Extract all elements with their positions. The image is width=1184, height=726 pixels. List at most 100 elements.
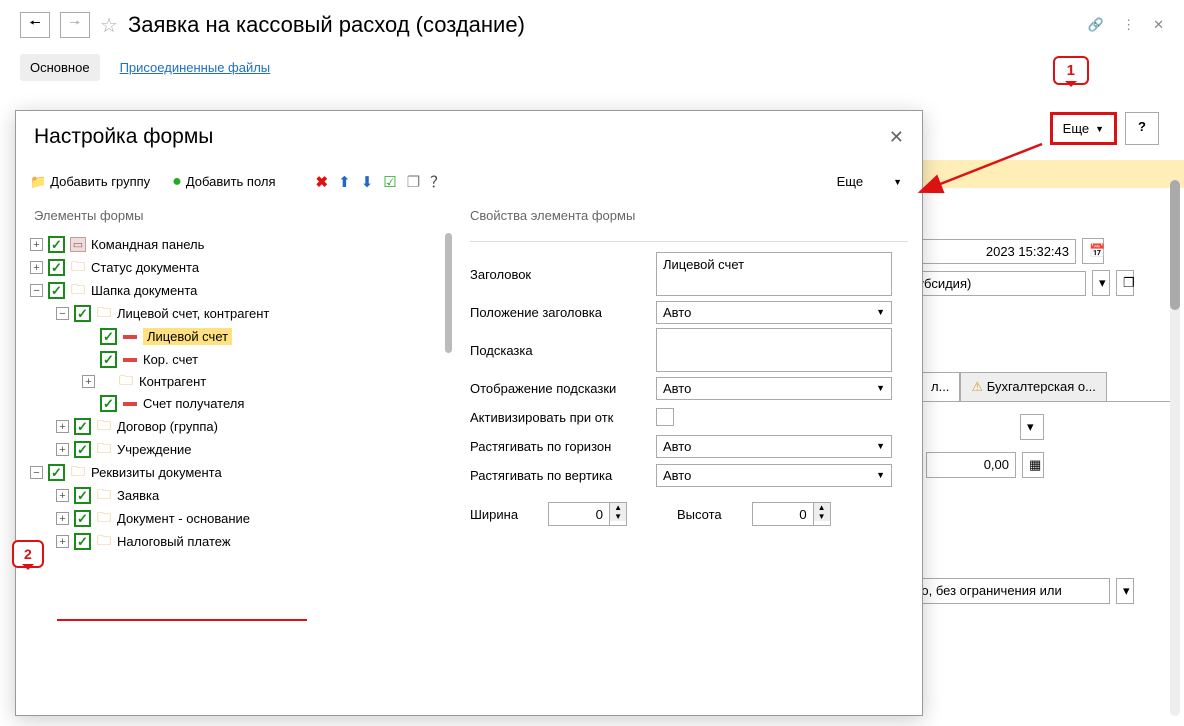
dropdown-icon[interactable]: ▾: [1092, 270, 1110, 296]
checkbox[interactable]: ✓: [48, 236, 65, 253]
expand-toggle[interactable]: +: [56, 512, 69, 525]
select-stretch-v[interactable]: Авто▼: [656, 464, 892, 487]
node-contract-group[interactable]: Договор (группа): [117, 419, 218, 434]
checkbox[interactable]: ✓: [74, 510, 91, 527]
datetime-field[interactable]: 2023 15:32:43: [916, 239, 1076, 264]
move-up-icon[interactable]: ⬆: [338, 173, 351, 191]
main-more-button[interactable]: Еще ▼: [1050, 112, 1117, 145]
add-group-button[interactable]: 📁 Добавить группу: [30, 174, 150, 190]
expand-toggle[interactable]: −: [30, 466, 43, 479]
dialog-more-button[interactable]: Еще ▼: [837, 174, 908, 189]
select-hint-display[interactable]: Авто▼: [656, 377, 892, 400]
node-contragent[interactable]: Контрагент: [139, 374, 206, 389]
checkbox[interactable]: ✓: [100, 395, 117, 412]
expand-toggle[interactable]: +: [56, 420, 69, 433]
label-width: Ширина: [470, 507, 518, 522]
select-stretch-h[interactable]: Авто▼: [656, 435, 892, 458]
folder-icon: 🗀: [96, 489, 112, 503]
label-hint-display: Отображение подсказки: [470, 381, 656, 396]
help-dialog-icon[interactable]: ？: [430, 171, 445, 192]
checkbox[interactable]: ✓: [48, 282, 65, 299]
node-base-document[interactable]: Документ - основание: [117, 511, 250, 526]
amount-field[interactable]: 0,00: [926, 452, 1016, 478]
delete-icon[interactable]: ✖: [316, 173, 329, 191]
checkbox[interactable]: ✓: [74, 418, 91, 435]
scrollbar-thumb[interactable]: [1170, 180, 1180, 310]
tab-attached-files[interactable]: Присоединенные файлы: [120, 54, 271, 81]
select-title-position[interactable]: Авто▼: [656, 301, 892, 324]
checkbox[interactable]: ✓: [48, 259, 65, 276]
node-tax-payment[interactable]: Налоговый платеж: [117, 534, 231, 549]
label-stretch-v: Растягивать по вертика: [470, 468, 656, 483]
folder-icon: 🗀: [96, 512, 112, 526]
checkbox-activate[interactable]: [656, 408, 674, 426]
field-icon: [123, 335, 137, 339]
move-down-icon[interactable]: ⬇: [361, 173, 374, 191]
tree-scrollbar[interactable]: [445, 233, 452, 353]
node-doc-requisites[interactable]: Реквизиты документа: [91, 465, 222, 480]
expand-toggle[interactable]: −: [56, 307, 69, 320]
panel-icon: ▭: [70, 237, 86, 252]
node-request[interactable]: Заявка: [117, 488, 159, 503]
tab-main[interactable]: Основное: [20, 54, 100, 81]
calendar-icon[interactable]: 📅: [1082, 238, 1104, 264]
help-button[interactable]: ?: [1125, 112, 1159, 145]
expand-toggle[interactable]: +: [56, 535, 69, 548]
folder-icon: 🗀: [70, 466, 86, 480]
node-doc-header[interactable]: Шапка документа: [91, 283, 197, 298]
dialog-close-button[interactable]: ✕: [889, 127, 904, 148]
nav-back-button[interactable]: 🠔: [20, 12, 50, 38]
input-title[interactable]: Лицевой счет: [656, 252, 892, 296]
node-institution[interactable]: Учреждение: [117, 442, 192, 457]
favorite-star-icon[interactable]: ☆: [100, 13, 118, 38]
limit-field[interactable]: ено, без ограничения или: [900, 578, 1110, 604]
expand-toggle[interactable]: +: [56, 443, 69, 456]
checkbox[interactable]: ✓: [74, 305, 91, 322]
subsidy-field[interactable]: Субсидия): [901, 271, 1086, 296]
open-dialog-icon[interactable]: ❐: [1116, 270, 1134, 296]
expand-toggle[interactable]: −: [30, 284, 43, 297]
checkbox[interactable]: ✓: [48, 464, 65, 481]
dropdown-small[interactable]: ▾: [1020, 414, 1044, 440]
node-acc-contragent[interactable]: Лицевой счет, контрагент: [117, 306, 269, 321]
height-input[interactable]: [753, 503, 813, 525]
node-cor-account[interactable]: Кор. счет: [143, 352, 198, 367]
folder-icon: 🗀: [118, 375, 134, 389]
dropdown-icon-2[interactable]: ▾: [1116, 578, 1134, 604]
input-hint[interactable]: [656, 328, 892, 372]
width-input[interactable]: [549, 503, 609, 525]
expand-toggle[interactable]: +: [82, 375, 95, 388]
copy-icon[interactable]: ❐: [407, 173, 420, 191]
label-stretch-h: Растягивать по горизон: [470, 439, 656, 454]
node-doc-status[interactable]: Статус документа: [91, 260, 199, 275]
checkbox[interactable]: ✓: [74, 533, 91, 550]
field-icon: [123, 358, 137, 362]
add-fields-button[interactable]: ● Добавить поля: [172, 173, 275, 191]
folder-icon: 🗀: [96, 443, 112, 457]
label-height: Высота: [677, 507, 722, 522]
node-command-panel[interactable]: Командная панель: [91, 237, 204, 252]
nav-forward-button[interactable]: 🠖: [60, 12, 90, 38]
calculator-icon[interactable]: ▦: [1022, 452, 1044, 478]
bg-tab-l[interactable]: л...: [920, 372, 960, 401]
field-icon: [123, 402, 137, 406]
main-vertical-scrollbar[interactable]: [1170, 180, 1180, 716]
close-window-icon[interactable]: ✕: [1153, 17, 1164, 33]
kebab-menu-icon[interactable]: ⋮: [1122, 17, 1135, 33]
chevron-down-icon: ▼: [1095, 124, 1104, 134]
height-spinner[interactable]: ▲▼: [752, 502, 831, 526]
bg-tab-accounting[interactable]: ⚠ Бухгалтерская о...: [960, 372, 1107, 401]
checkbox[interactable]: ✓: [100, 328, 117, 345]
expand-toggle[interactable]: +: [30, 261, 43, 274]
width-spinner[interactable]: ▲▼: [548, 502, 627, 526]
node-recipient-account[interactable]: Счет получателя: [143, 396, 244, 411]
checkbox[interactable]: ✓: [100, 351, 117, 368]
expand-toggle[interactable]: +: [30, 238, 43, 251]
node-personal-account[interactable]: Лицевой счет: [143, 328, 232, 345]
form-settings-dialog: Настройка формы ✕ 📁 Добавить группу ● До…: [15, 110, 923, 716]
link-icon[interactable]: 🔗: [1088, 17, 1104, 33]
checkbox[interactable]: ✓: [74, 441, 91, 458]
checkbox[interactable]: ✓: [74, 487, 91, 504]
page-title: Заявка на кассовый расход (создание): [128, 12, 525, 38]
check-all-icon[interactable]: ☑: [383, 173, 396, 191]
